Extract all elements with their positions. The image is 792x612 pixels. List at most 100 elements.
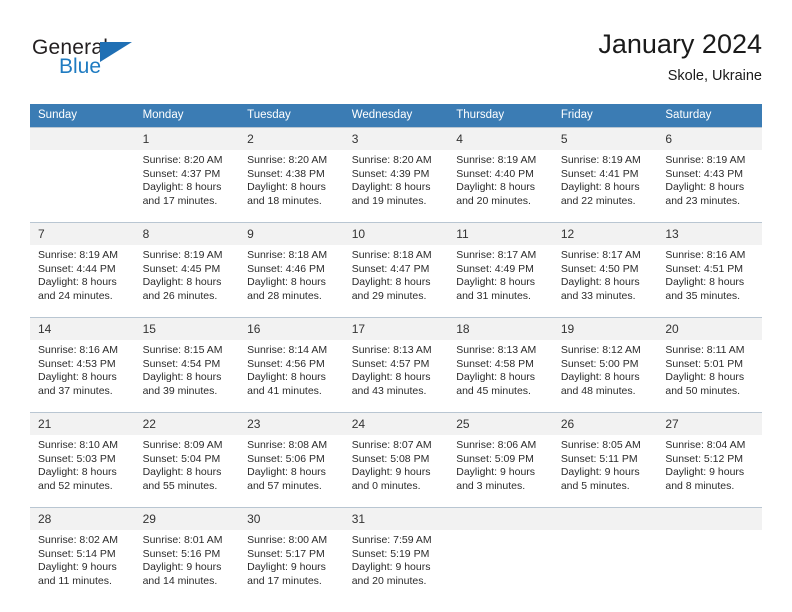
daylight-text: Daylight: 8 hours bbox=[142, 276, 222, 288]
daylight-minutes-text: and 31 minutes. bbox=[456, 289, 531, 302]
calendar-day-cell[interactable]: 22 Sunrise: 8:09 AM Sunset: 5:04 PM Dayligh… bbox=[134, 412, 240, 508]
daylight-minutes-text: and 26 minutes. bbox=[142, 289, 218, 302]
sunrise-text: Sunrise: 8:13 AM bbox=[456, 344, 537, 356]
sunset-text: Sunset: 4:47 PM bbox=[351, 262, 430, 275]
daylight-text: Daylight: 8 hours bbox=[456, 371, 536, 383]
sunset-text: Sunset: 5:03 PM bbox=[38, 452, 116, 465]
daylight-text: Daylight: 8 hours bbox=[38, 466, 117, 478]
calendar-day-cell[interactable]: 24 Sunrise: 8:07 AM Sunset: 5:08 PM Dayligh… bbox=[343, 412, 449, 508]
sunset-text: Sunset: 5:08 PM bbox=[351, 452, 430, 465]
sunset-text: Sunset: 5:04 PM bbox=[142, 452, 221, 465]
calendar-day-cell[interactable]: 26 Sunrise: 8:05 AM Sunset: 5:11 PM Dayligh… bbox=[552, 412, 658, 508]
calendar-day-cell-empty bbox=[448, 507, 553, 602]
calendar-day-cell[interactable]: 19 Sunrise: 8:12 AM Sunset: 5:00 PM Dayligh… bbox=[552, 317, 658, 413]
day-details: Sunrise: 8:19 AM Sunset: 4:41 PM Daylight:… bbox=[553, 150, 658, 222]
day-details bbox=[657, 530, 762, 602]
calendar-day-cell[interactable]: 3 Sunrise: 8:20 AM Sunset: 4:39 PM Daylight… bbox=[343, 127, 449, 223]
calendar-day-cell[interactable]: 8 Sunrise: 8:19 AM Sunset: 4:45 PM Daylight… bbox=[134, 222, 240, 318]
daylight-text: Daylight: 8 hours bbox=[38, 371, 117, 383]
calendar-day-cell[interactable]: 13 Sunrise: 8:16 AM Sunset: 4:51 PM Dayligh… bbox=[657, 222, 762, 318]
calendar-day-cell[interactable]: 23 Sunrise: 8:08 AM Sunset: 5:06 PM Dayligh… bbox=[239, 412, 344, 508]
sunset-text: Sunset: 4:39 PM bbox=[351, 167, 430, 180]
calendar-day-cell[interactable]: 30 Sunrise: 8:00 AM Sunset: 5:17 PM Dayligh… bbox=[239, 507, 344, 602]
calendar-day-cell[interactable]: 4 Sunrise: 8:19 AM Sunset: 4:40 PM Daylight… bbox=[448, 127, 553, 223]
day-details: Sunrise: 8:04 AM Sunset: 5:12 PM Daylight:… bbox=[657, 435, 762, 507]
day-details: Sunrise: 8:00 AM Sunset: 5:17 PM Daylight:… bbox=[239, 530, 344, 602]
sunrise-text: Sunrise: 8:00 AM bbox=[247, 534, 328, 546]
calendar-day-cell[interactable]: 31 Sunrise: 7:59 AM Sunset: 5:19 PM Dayligh… bbox=[343, 507, 449, 602]
daylight-minutes-text: and 43 minutes. bbox=[351, 384, 427, 397]
day-number: 28 bbox=[30, 508, 135, 530]
calendar-day-cell[interactable]: 27 Sunrise: 8:04 AM Sunset: 5:12 PM Dayligh… bbox=[657, 412, 762, 508]
sunset-text: Sunset: 4:43 PM bbox=[665, 167, 744, 180]
sunset-text: Sunset: 4:38 PM bbox=[247, 167, 325, 180]
calendar-day-cell[interactable]: 17 Sunrise: 8:13 AM Sunset: 4:57 PM Dayligh… bbox=[343, 317, 449, 413]
weekday-header-tuesday: Tuesday bbox=[239, 104, 344, 128]
daylight-minutes-text: and 55 minutes. bbox=[142, 479, 218, 492]
day-number: 12 bbox=[552, 223, 658, 245]
logo-text-blue: Blue bbox=[59, 55, 102, 78]
sunset-text: Sunset: 5:14 PM bbox=[38, 547, 116, 560]
daylight-minutes-text: and 0 minutes. bbox=[351, 479, 421, 492]
sunrise-text: Sunrise: 8:19 AM bbox=[560, 154, 641, 166]
calendar-day-cell[interactable]: 2 Sunrise: 8:20 AM Sunset: 4:38 PM Daylight… bbox=[239, 127, 344, 223]
daylight-text: Daylight: 8 hours bbox=[456, 181, 536, 193]
sunset-text: Sunset: 5:12 PM bbox=[665, 452, 744, 465]
sunset-text: Sunset: 4:40 PM bbox=[456, 167, 534, 180]
day-number: 24 bbox=[343, 413, 449, 435]
daylight-text: Daylight: 8 hours bbox=[247, 466, 326, 478]
sunset-text: Sunset: 5:11 PM bbox=[560, 452, 638, 465]
sunset-text: Sunset: 4:45 PM bbox=[142, 262, 221, 275]
calendar-day-cell[interactable]: 14 Sunrise: 8:16 AM Sunset: 4:53 PM Dayligh… bbox=[30, 317, 135, 413]
sunrise-text: Sunrise: 8:04 AM bbox=[665, 439, 746, 451]
calendar-day-cell-empty bbox=[552, 507, 658, 602]
sunrise-text: Sunrise: 8:20 AM bbox=[247, 154, 328, 166]
day-details: Sunrise: 7:59 AM Sunset: 5:19 PM Daylight:… bbox=[344, 530, 449, 602]
calendar-day-cell[interactable]: 9 Sunrise: 8:18 AM Sunset: 4:46 PM Daylight… bbox=[239, 222, 344, 318]
daylight-text: Daylight: 8 hours bbox=[560, 276, 640, 288]
calendar-day-cell[interactable]: 20 Sunrise: 8:11 AM Sunset: 5:01 PM Dayligh… bbox=[657, 317, 762, 413]
day-number: 26 bbox=[552, 413, 658, 435]
daylight-text: Daylight: 8 hours bbox=[560, 371, 640, 383]
daylight-minutes-text: and 29 minutes. bbox=[351, 289, 427, 302]
calendar-day-cell[interactable]: 10 Sunrise: 8:18 AM Sunset: 4:47 PM Dayligh… bbox=[343, 222, 449, 318]
sunrise-text: Sunrise: 8:14 AM bbox=[247, 344, 328, 356]
calendar-day-cell[interactable]: 1 Sunrise: 8:20 AM Sunset: 4:37 PM Daylight… bbox=[134, 127, 240, 223]
daylight-minutes-text: and 24 minutes. bbox=[38, 289, 113, 302]
daylight-text: Daylight: 9 hours bbox=[142, 561, 222, 573]
sunrise-text: Sunrise: 8:18 AM bbox=[351, 249, 432, 261]
sunrise-text: Sunrise: 8:11 AM bbox=[665, 344, 745, 356]
calendar-day-cell[interactable]: 28 Sunrise: 8:02 AM Sunset: 5:14 PM Dayligh… bbox=[30, 507, 135, 602]
calendar-day-cell[interactable]: 21 Sunrise: 8:10 AM Sunset: 5:03 PM Dayligh… bbox=[30, 412, 135, 508]
day-number: 11 bbox=[448, 223, 553, 245]
day-details: Sunrise: 8:17 AM Sunset: 4:49 PM Daylight:… bbox=[448, 245, 553, 317]
day-number: 14 bbox=[30, 318, 135, 340]
sunset-text: Sunset: 4:46 PM bbox=[247, 262, 325, 275]
calendar-day-cell[interactable]: 7 Sunrise: 8:19 AM Sunset: 4:44 PM Daylight… bbox=[30, 222, 135, 318]
daylight-text: Daylight: 8 hours bbox=[142, 466, 222, 478]
calendar-day-cell[interactable]: 16 Sunrise: 8:14 AM Sunset: 4:56 PM Dayligh… bbox=[239, 317, 344, 413]
sunset-text: Sunset: 5:19 PM bbox=[351, 547, 430, 560]
calendar-day-cell[interactable]: 11 Sunrise: 8:17 AM Sunset: 4:49 PM Dayligh… bbox=[448, 222, 553, 318]
daylight-text: Daylight: 9 hours bbox=[351, 561, 431, 573]
daylight-text: Daylight: 8 hours bbox=[351, 371, 431, 383]
calendar-day-cell[interactable]: 5 Sunrise: 8:19 AM Sunset: 4:41 PM Daylight… bbox=[552, 127, 658, 223]
day-details: Sunrise: 8:20 AM Sunset: 4:39 PM Daylight:… bbox=[344, 150, 449, 222]
sunrise-text: Sunrise: 8:06 AM bbox=[456, 439, 537, 451]
daylight-minutes-text: and 22 minutes. bbox=[560, 194, 636, 207]
day-number bbox=[30, 128, 135, 150]
calendar-day-cell[interactable]: 18 Sunrise: 8:13 AM Sunset: 4:58 PM Dayligh… bbox=[448, 317, 553, 413]
calendar-day-cell[interactable]: 6 Sunrise: 8:19 AM Sunset: 4:43 PM Daylight… bbox=[657, 127, 762, 223]
sunset-text: Sunset: 4:50 PM bbox=[560, 262, 639, 275]
daylight-minutes-text: and 37 minutes. bbox=[38, 384, 113, 397]
sunrise-text: Sunrise: 8:13 AM bbox=[351, 344, 432, 356]
weekday-header-wednesday: Wednesday bbox=[343, 104, 449, 128]
day-number: 17 bbox=[343, 318, 449, 340]
general-blue-logo[interactable]: General Blue bbox=[32, 36, 232, 92]
calendar-day-cell[interactable]: 15 Sunrise: 8:15 AM Sunset: 4:54 PM Dayligh… bbox=[134, 317, 240, 413]
calendar-week-row: 7 Sunrise: 8:19 AM Sunset: 4:44 PM Daylight… bbox=[30, 222, 762, 318]
calendar-day-cell[interactable]: 29 Sunrise: 8:01 AM Sunset: 5:16 PM Dayligh… bbox=[134, 507, 240, 602]
calendar-day-cell[interactable]: 12 Sunrise: 8:17 AM Sunset: 4:50 PM Dayligh… bbox=[552, 222, 658, 318]
calendar-day-cell[interactable]: 25 Sunrise: 8:06 AM Sunset: 5:09 PM Dayligh… bbox=[448, 412, 553, 508]
daylight-minutes-text: and 14 minutes. bbox=[142, 574, 218, 587]
